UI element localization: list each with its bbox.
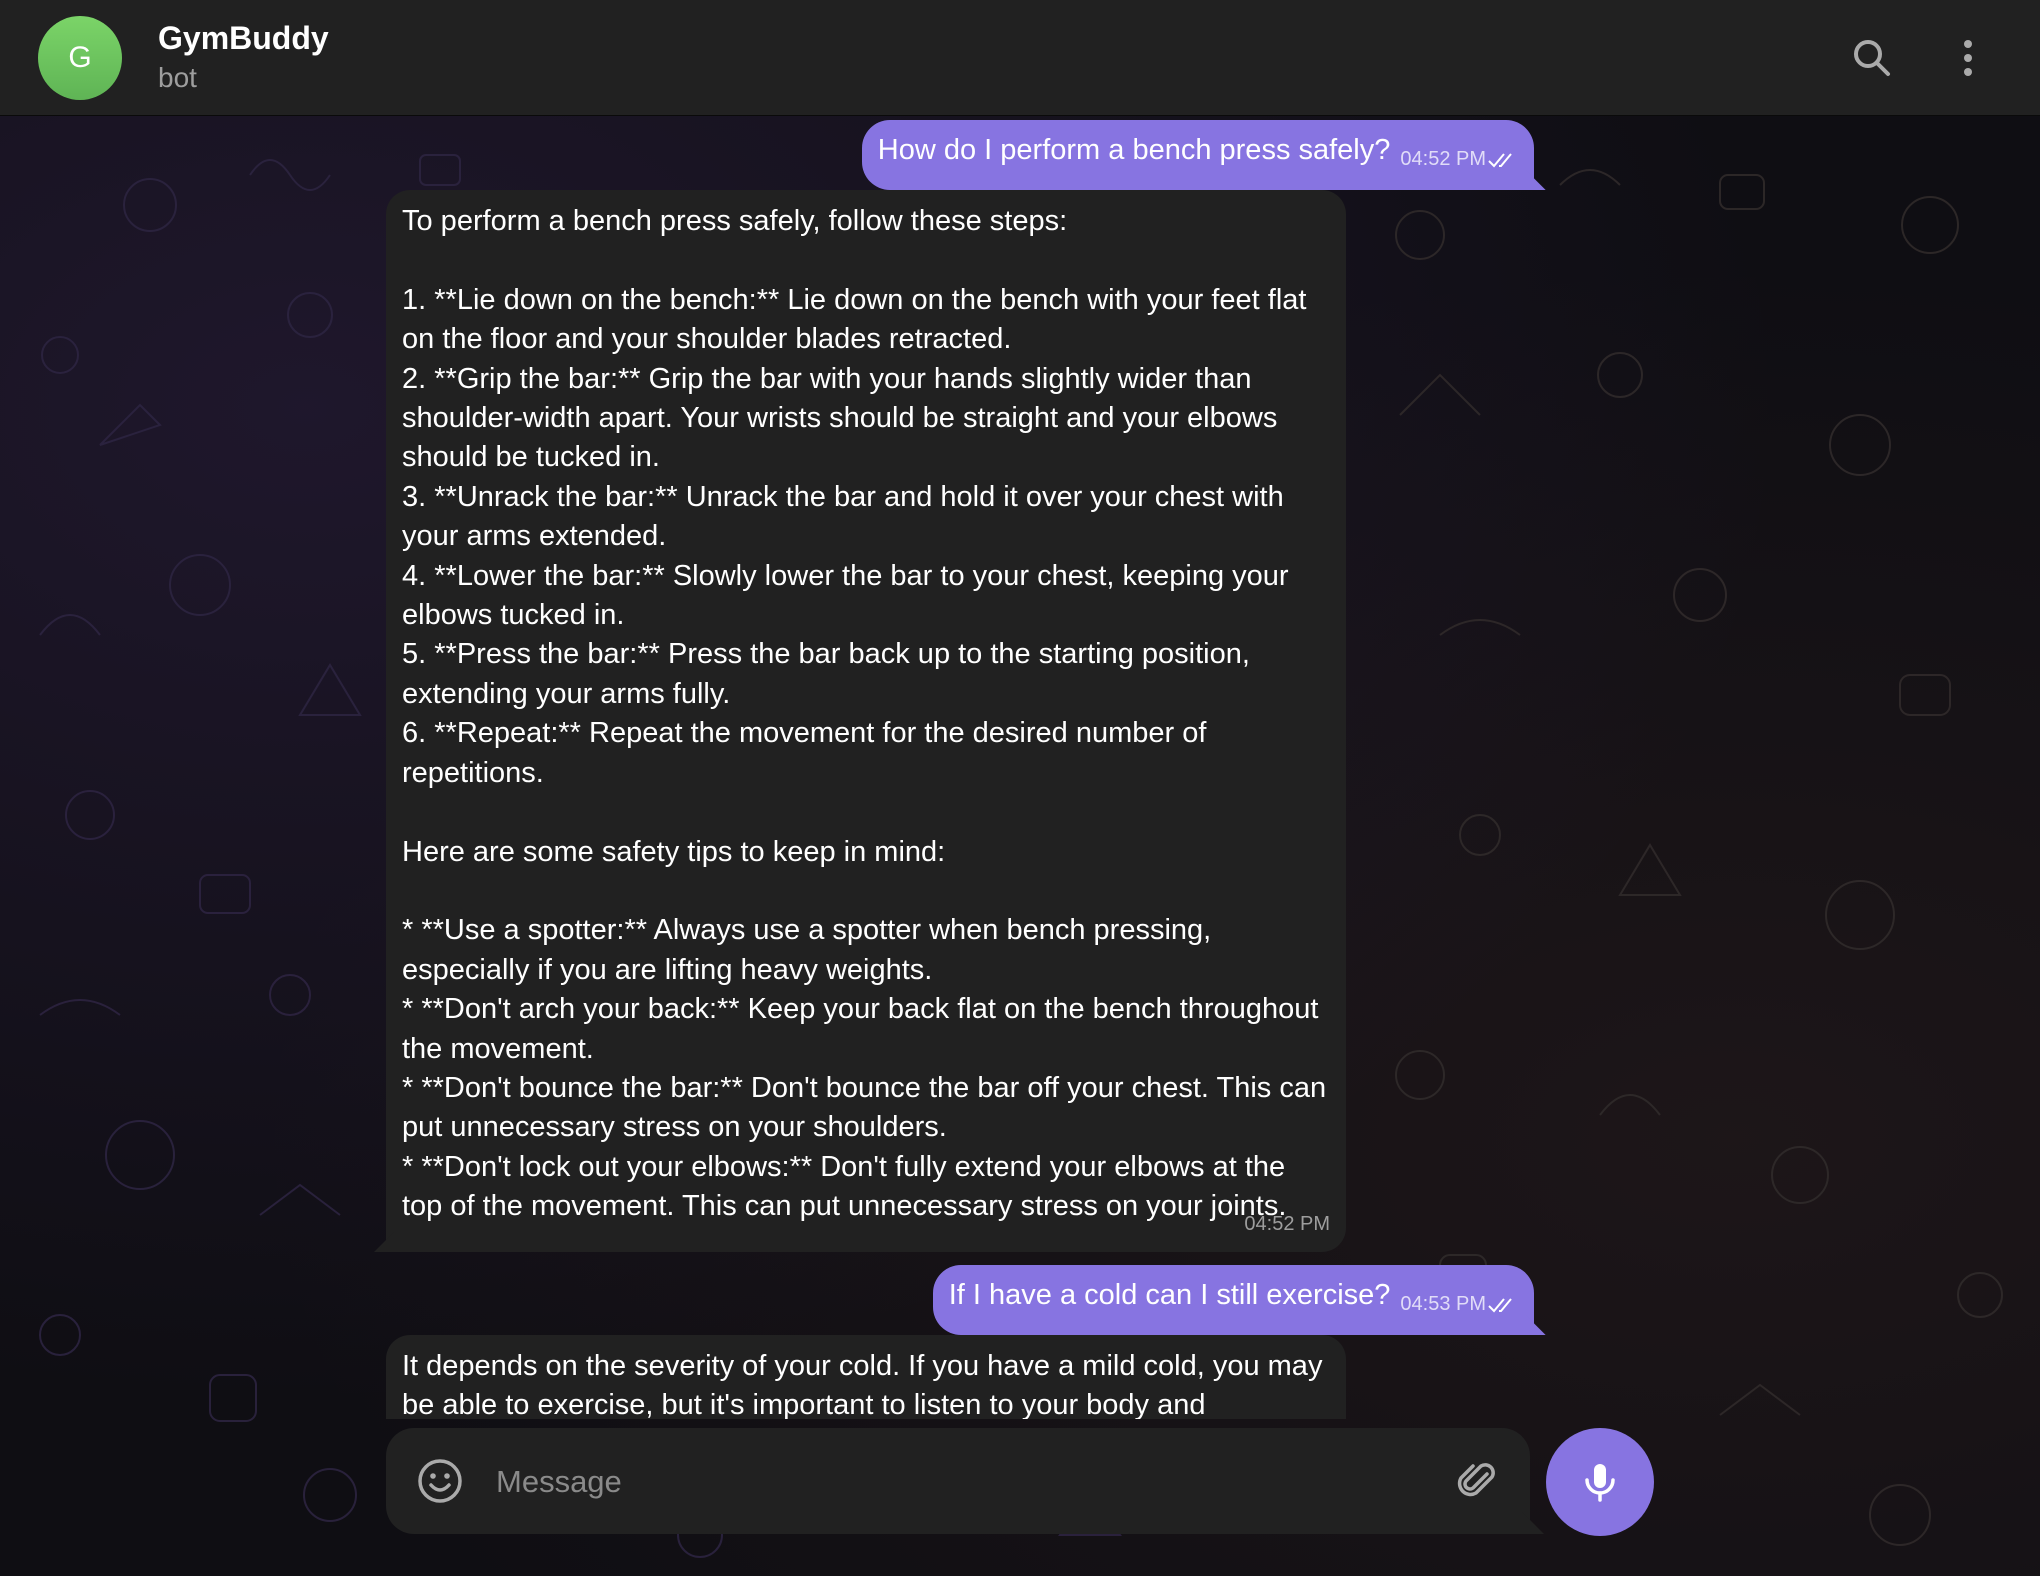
incoming-message[interactable]: To perform a bench press safely, follow … xyxy=(386,190,1346,1252)
message-text: If I have a cold can I still exercise? xyxy=(948,1279,1391,1311)
chat-title[interactable]: GymBuddy xyxy=(158,20,329,57)
message-input[interactable] xyxy=(494,1452,1418,1512)
message-meta: 04:53 PM xyxy=(1400,1285,1518,1324)
message-composer xyxy=(386,1428,1530,1534)
double-check-icon xyxy=(1488,1298,1512,1313)
more-vertical-icon[interactable] xyxy=(1944,34,1992,82)
chat-header: G GymBuddy bot xyxy=(0,0,2040,116)
double-check-icon xyxy=(1488,153,1512,168)
message-time: 04:53 PM xyxy=(1400,1293,1486,1315)
emoji-icon[interactable] xyxy=(416,1457,464,1505)
microphone-button[interactable] xyxy=(1546,1428,1654,1536)
message-meta: 04:52 PM xyxy=(1400,140,1518,179)
incoming-message[interactable]: It depends on the severity of your cold.… xyxy=(386,1335,1346,1419)
message-text: How do I perform a bench press safely? xyxy=(877,134,1391,166)
message-time: 04:52 PM xyxy=(1400,148,1486,170)
avatar[interactable]: G xyxy=(38,16,122,100)
outgoing-message[interactable]: If I have a cold can I still exercise? 04… xyxy=(932,1265,1534,1336)
message-text: To perform a bench press safely, follow … xyxy=(402,205,1327,1223)
chat-subtitle: bot xyxy=(158,62,197,93)
microphone-icon xyxy=(1585,1464,1615,1502)
avatar-letter: G xyxy=(68,41,92,74)
outgoing-message[interactable]: How do I perform a bench press safely? 04… xyxy=(861,120,1534,191)
message-text: It depends on the severity of your cold.… xyxy=(402,1350,1331,1419)
attach-icon[interactable] xyxy=(1454,1457,1502,1505)
search-icon[interactable] xyxy=(1848,34,1896,82)
message-time: 04:52 PM xyxy=(1244,1212,1330,1235)
